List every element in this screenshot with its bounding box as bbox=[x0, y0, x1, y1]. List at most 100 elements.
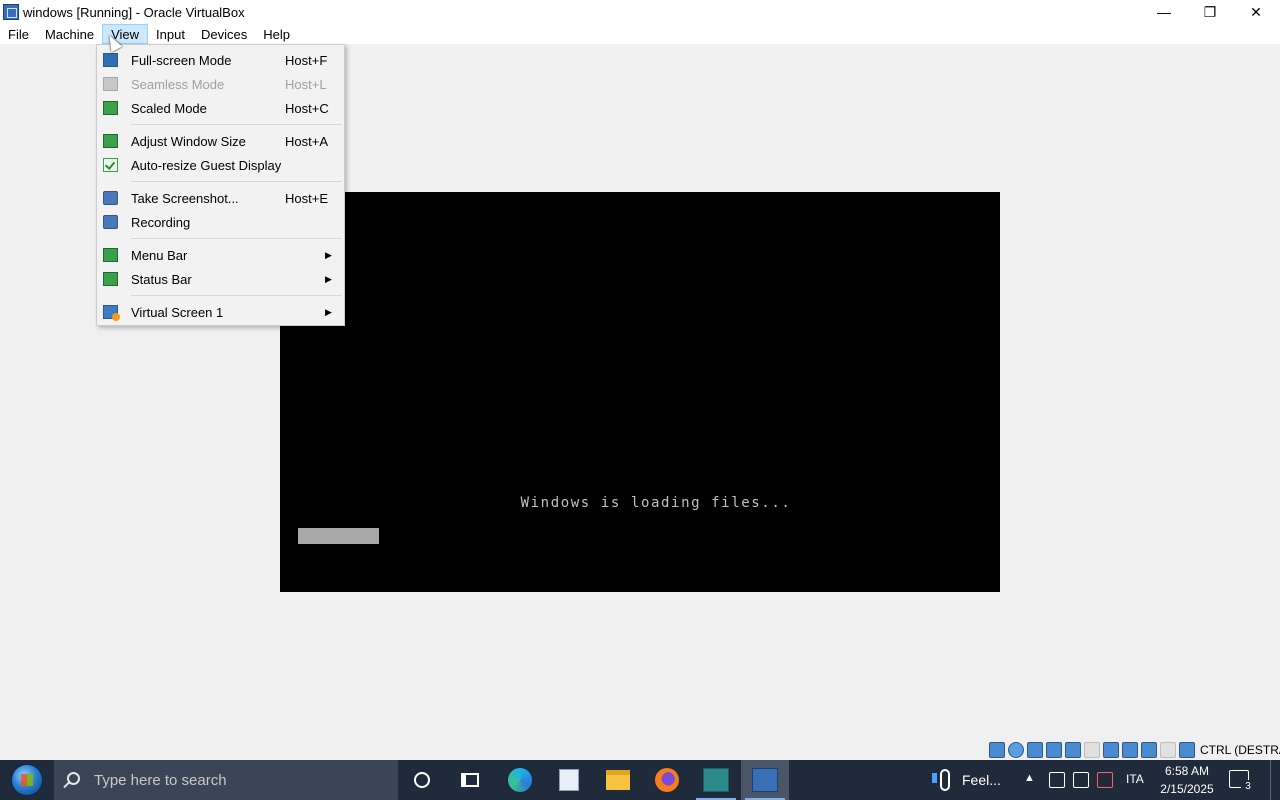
close-button[interactable]: ✕ bbox=[1233, 0, 1279, 24]
task-view-icon bbox=[461, 773, 479, 787]
windows-logo-icon bbox=[11, 764, 43, 796]
virtualbox-app-icon[interactable] bbox=[3, 4, 19, 20]
submenu-arrow-icon: ▶ bbox=[325, 249, 332, 260]
submenu-arrow-icon: ▶ bbox=[325, 273, 332, 284]
task-view-button[interactable] bbox=[446, 760, 494, 800]
menu-item-label: Status Bar bbox=[131, 271, 192, 287]
menu-file[interactable]: File bbox=[0, 24, 37, 44]
host-key-label[interactable]: CTRL (DESTRA) bbox=[1200, 743, 1280, 757]
volume-muted-icon[interactable] bbox=[1097, 772, 1113, 788]
meet-now-icon[interactable] bbox=[1049, 772, 1065, 788]
mouse-integration-icon[interactable] bbox=[1160, 742, 1176, 758]
menu-item-label: Auto-resize Guest Display bbox=[131, 157, 282, 173]
start-button[interactable] bbox=[0, 760, 54, 800]
menu-item-full-screen-mode[interactable]: Full-screen Mode Host+F bbox=[97, 48, 344, 72]
close-icon: ✕ bbox=[1250, 3, 1262, 20]
menu-item-label: Menu Bar bbox=[131, 247, 188, 263]
menu-item-auto-resize-guest-display[interactable]: Auto-resize Guest Display bbox=[97, 153, 344, 177]
menu-item-shortcut: Host+A bbox=[285, 133, 328, 149]
keyboard-capture-icon[interactable] bbox=[1179, 742, 1195, 758]
restore-icon: ❐ bbox=[1203, 3, 1217, 20]
menu-separator bbox=[131, 181, 342, 182]
menu-item-shortcut: Host+E bbox=[285, 190, 328, 206]
scaled-icon bbox=[103, 101, 118, 115]
adjust-window-icon bbox=[103, 134, 118, 148]
firefox-button[interactable] bbox=[643, 760, 691, 800]
notification-count-badge: 3 bbox=[1241, 780, 1255, 794]
menu-item-label: Virtual Screen 1 bbox=[131, 304, 224, 320]
taskbar-search-box[interactable]: Type here to search bbox=[54, 760, 398, 800]
title-bar: windows [Running] - Oracle VirtualBox — … bbox=[0, 0, 1280, 24]
weather-text: Feel... bbox=[962, 772, 1001, 788]
menu-devices[interactable]: Devices bbox=[193, 24, 255, 44]
menu-separator bbox=[131, 238, 342, 239]
thermometer-icon bbox=[932, 769, 950, 791]
virtualbox-vm-icon bbox=[752, 768, 778, 792]
menu-input[interactable]: Input bbox=[148, 24, 193, 44]
menu-separator bbox=[131, 295, 342, 296]
virtual-screen-icon bbox=[103, 305, 120, 321]
tray-chevron-up-icon[interactable]: ▲ bbox=[1024, 772, 1035, 784]
menu-item-label: Scaled Mode bbox=[131, 100, 207, 116]
recording-icon bbox=[103, 215, 118, 229]
clock-date: 2/15/2025 bbox=[1160, 782, 1214, 796]
menu-help[interactable]: Help bbox=[255, 24, 298, 44]
cortana-button[interactable] bbox=[398, 760, 446, 800]
windows-taskbar: Type here to search Feel... ▲ ITA 6:58 A… bbox=[0, 760, 1280, 800]
menu-item-label: Recording bbox=[131, 214, 191, 230]
file-explorer-button[interactable] bbox=[594, 760, 642, 800]
optical-drive-icon[interactable] bbox=[1008, 742, 1024, 758]
menu-item-label: Take Screenshot... bbox=[131, 190, 239, 206]
menu-item-menu-bar[interactable]: Menu Bar ▶ bbox=[97, 243, 344, 267]
cpu-icon[interactable] bbox=[1141, 742, 1157, 758]
submenu-arrow-icon: ▶ bbox=[325, 306, 332, 317]
edge-button[interactable] bbox=[496, 760, 544, 800]
search-placeholder: Type here to search bbox=[94, 771, 227, 789]
minimize-button[interactable]: — bbox=[1141, 0, 1187, 24]
hard-disk-icon[interactable] bbox=[989, 742, 1005, 758]
menu-bar-icon bbox=[103, 248, 118, 262]
boot-progress-bar bbox=[298, 528, 379, 544]
vm-display[interactable]: Windows is loading files... bbox=[280, 192, 1000, 592]
menu-item-recording[interactable]: Recording bbox=[97, 210, 344, 234]
vm-status-bar: CTRL (DESTRA) bbox=[0, 740, 1280, 760]
menu-item-shortcut: Host+L bbox=[285, 76, 327, 92]
view-menu-dropdown: Full-screen Mode Host+F Seamless Mode Ho… bbox=[96, 44, 345, 326]
menu-item-label: Adjust Window Size bbox=[131, 133, 246, 149]
menu-item-adjust-window-size[interactable]: Adjust Window Size Host+A bbox=[97, 129, 344, 153]
auto-resize-check-icon bbox=[103, 158, 118, 172]
fullscreen-icon bbox=[103, 53, 118, 67]
usb-icon[interactable] bbox=[1065, 742, 1081, 758]
boot-message: Windows is loading files... bbox=[520, 495, 792, 511]
shared-folders-icon[interactable] bbox=[1084, 742, 1100, 758]
menu-item-status-bar[interactable]: Status Bar ▶ bbox=[97, 267, 344, 291]
virtualbox-manager-icon bbox=[703, 768, 729, 792]
virtualbox-manager-button[interactable] bbox=[692, 760, 740, 800]
virtualbox-vm-button[interactable] bbox=[741, 760, 789, 800]
recording-status-icon[interactable] bbox=[1122, 742, 1138, 758]
audio-icon[interactable] bbox=[1027, 742, 1043, 758]
restore-button[interactable]: ❐ bbox=[1187, 0, 1233, 24]
show-desktop-button[interactable] bbox=[1270, 760, 1280, 800]
network-tray-icon[interactable] bbox=[1073, 772, 1089, 788]
menu-item-label: Seamless Mode bbox=[131, 76, 225, 92]
menu-item-label: Full-screen Mode bbox=[131, 52, 232, 68]
firefox-icon bbox=[655, 768, 679, 792]
menu-item-virtual-screen-1[interactable]: Virtual Screen 1 ▶ bbox=[97, 300, 344, 324]
language-indicator[interactable]: ITA bbox=[1126, 772, 1144, 786]
notepad-button[interactable] bbox=[545, 760, 593, 800]
window-title: windows [Running] - Oracle VirtualBox bbox=[23, 4, 245, 20]
menu-item-take-screenshot[interactable]: Take Screenshot... Host+E bbox=[97, 186, 344, 210]
screenshot-icon bbox=[103, 191, 118, 205]
notepad-icon bbox=[559, 769, 579, 791]
taskbar-clock[interactable]: 6:58 AM 2/15/2025 bbox=[1152, 762, 1222, 798]
menu-item-shortcut: Host+C bbox=[285, 100, 329, 116]
cortana-icon bbox=[414, 772, 430, 788]
menu-item-scaled-mode[interactable]: Scaled Mode Host+C bbox=[97, 96, 344, 120]
menu-bar: File Machine View Input Devices Help bbox=[0, 24, 1280, 44]
display-icon[interactable] bbox=[1103, 742, 1119, 758]
weather-widget[interactable]: Feel... bbox=[932, 760, 1001, 800]
menu-machine[interactable]: Machine bbox=[37, 24, 102, 44]
network-icon[interactable] bbox=[1046, 742, 1062, 758]
minimize-icon: — bbox=[1157, 4, 1171, 20]
